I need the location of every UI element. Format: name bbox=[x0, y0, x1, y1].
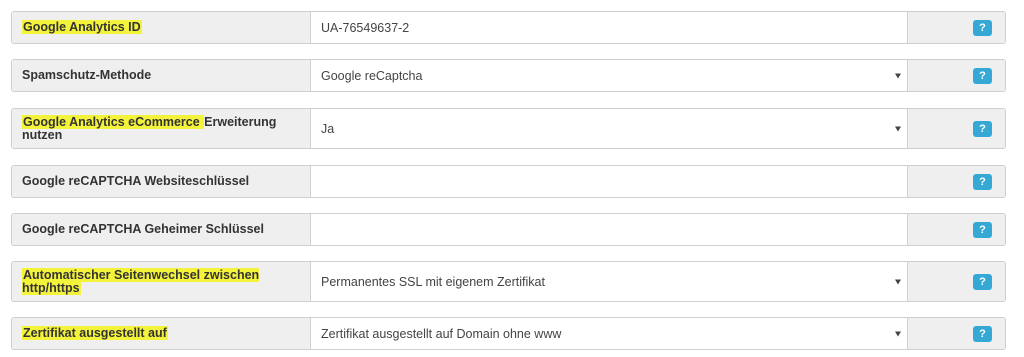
setting-row-spamschutz: Spamschutz-Methode Google reCaptcha ? bbox=[11, 59, 1006, 92]
label-text: Google Analytics ID bbox=[22, 20, 142, 34]
setting-label: Automatischer Seitenwechsel zwischen htt… bbox=[22, 267, 300, 295]
seitenwechsel-select[interactable]: Permanentes SSL mit eigenem Zertifikat bbox=[311, 262, 907, 301]
setting-label: Google reCAPTCHA Websiteschlüssel bbox=[22, 175, 249, 188]
label-cell: Zertifikat ausgestellt auf bbox=[12, 318, 311, 349]
setting-row-ecommerce: Google Analytics eCommerce Erweiterung n… bbox=[11, 108, 1006, 149]
help-button[interactable]: ? bbox=[973, 273, 992, 290]
select-value: Permanentes SSL mit eigenem Zertifikat bbox=[321, 274, 545, 289]
label-cell: Spamschutz-Methode bbox=[12, 60, 311, 91]
spamschutz-select[interactable]: Google reCaptcha bbox=[311, 60, 907, 91]
label-text-highlighted: Google Analytics eCommerce bbox=[22, 114, 205, 129]
caret-down-icon bbox=[895, 126, 901, 131]
google-analytics-id-input[interactable]: UA-76549637-2 bbox=[311, 12, 907, 43]
help-button[interactable]: ? bbox=[973, 325, 992, 342]
help-cell: ? bbox=[907, 60, 1005, 91]
label-cell: Google Analytics ID bbox=[12, 12, 311, 43]
label-cell: Automatischer Seitenwechsel zwischen htt… bbox=[12, 262, 311, 301]
label-text: Automatischer Seitenwechsel zwischen htt… bbox=[22, 267, 260, 295]
label-cell: Google Analytics eCommerce Erweiterung n… bbox=[12, 109, 311, 148]
caret-down-icon bbox=[895, 279, 901, 284]
help-button[interactable]: ? bbox=[973, 67, 992, 84]
setting-label: Spamschutz-Methode bbox=[22, 69, 151, 82]
setting-label: Google Analytics eCommerce Erweiterung n… bbox=[22, 114, 300, 142]
ecommerce-select[interactable]: Ja bbox=[311, 109, 907, 148]
label-text: Spamschutz-Methode bbox=[22, 68, 152, 82]
caret-down-icon bbox=[895, 331, 901, 336]
help-cell: ? bbox=[907, 214, 1005, 245]
zertifikat-select[interactable]: Zertifikat ausgestellt auf Domain ohne w… bbox=[311, 318, 907, 349]
help-cell: ? bbox=[907, 109, 1005, 148]
setting-row-recaptcha-websiteschluessel: Google reCAPTCHA Websiteschlüssel ? bbox=[11, 165, 1006, 198]
caret-down-icon bbox=[895, 73, 901, 78]
label-text: Zertifikat ausgestellt auf bbox=[22, 326, 168, 340]
help-button[interactable]: ? bbox=[973, 19, 992, 36]
help-button[interactable]: ? bbox=[973, 221, 992, 238]
setting-row-recaptcha-geheimer-schluessel: Google reCAPTCHA Geheimer Schlüssel ? bbox=[11, 213, 1006, 246]
help-cell: ? bbox=[907, 318, 1005, 349]
select-value: Ja bbox=[321, 121, 335, 136]
recaptcha-website-key-input[interactable] bbox=[311, 166, 907, 197]
label-text: Google reCAPTCHA Websiteschlüssel bbox=[22, 174, 250, 188]
help-cell: ? bbox=[907, 262, 1005, 301]
setting-row-google-analytics-id: Google Analytics ID UA-76549637-2 ? bbox=[11, 11, 1006, 44]
setting-row-seitenwechsel: Automatischer Seitenwechsel zwischen htt… bbox=[11, 261, 1006, 302]
setting-label: Google reCAPTCHA Geheimer Schlüssel bbox=[22, 223, 264, 236]
setting-label: Google Analytics ID bbox=[22, 20, 142, 34]
setting-row-zertifikat: Zertifikat ausgestellt auf Zertifikat au… bbox=[11, 317, 1006, 350]
label-cell: Google reCAPTCHA Websiteschlüssel bbox=[12, 166, 311, 197]
help-cell: ? bbox=[907, 166, 1005, 197]
recaptcha-secret-key-input[interactable] bbox=[311, 214, 907, 245]
setting-label: Zertifikat ausgestellt auf bbox=[22, 326, 168, 340]
help-button[interactable]: ? bbox=[973, 173, 992, 190]
select-value: Google reCaptcha bbox=[321, 68, 423, 83]
label-cell: Google reCAPTCHA Geheimer Schlüssel bbox=[12, 214, 311, 245]
help-cell: ? bbox=[907, 12, 1005, 43]
label-text: Google reCAPTCHA Geheimer Schlüssel bbox=[22, 222, 264, 236]
help-button[interactable]: ? bbox=[973, 120, 992, 137]
input-value: UA-76549637-2 bbox=[321, 20, 410, 35]
select-value: Zertifikat ausgestellt auf Domain ohne w… bbox=[321, 326, 562, 341]
